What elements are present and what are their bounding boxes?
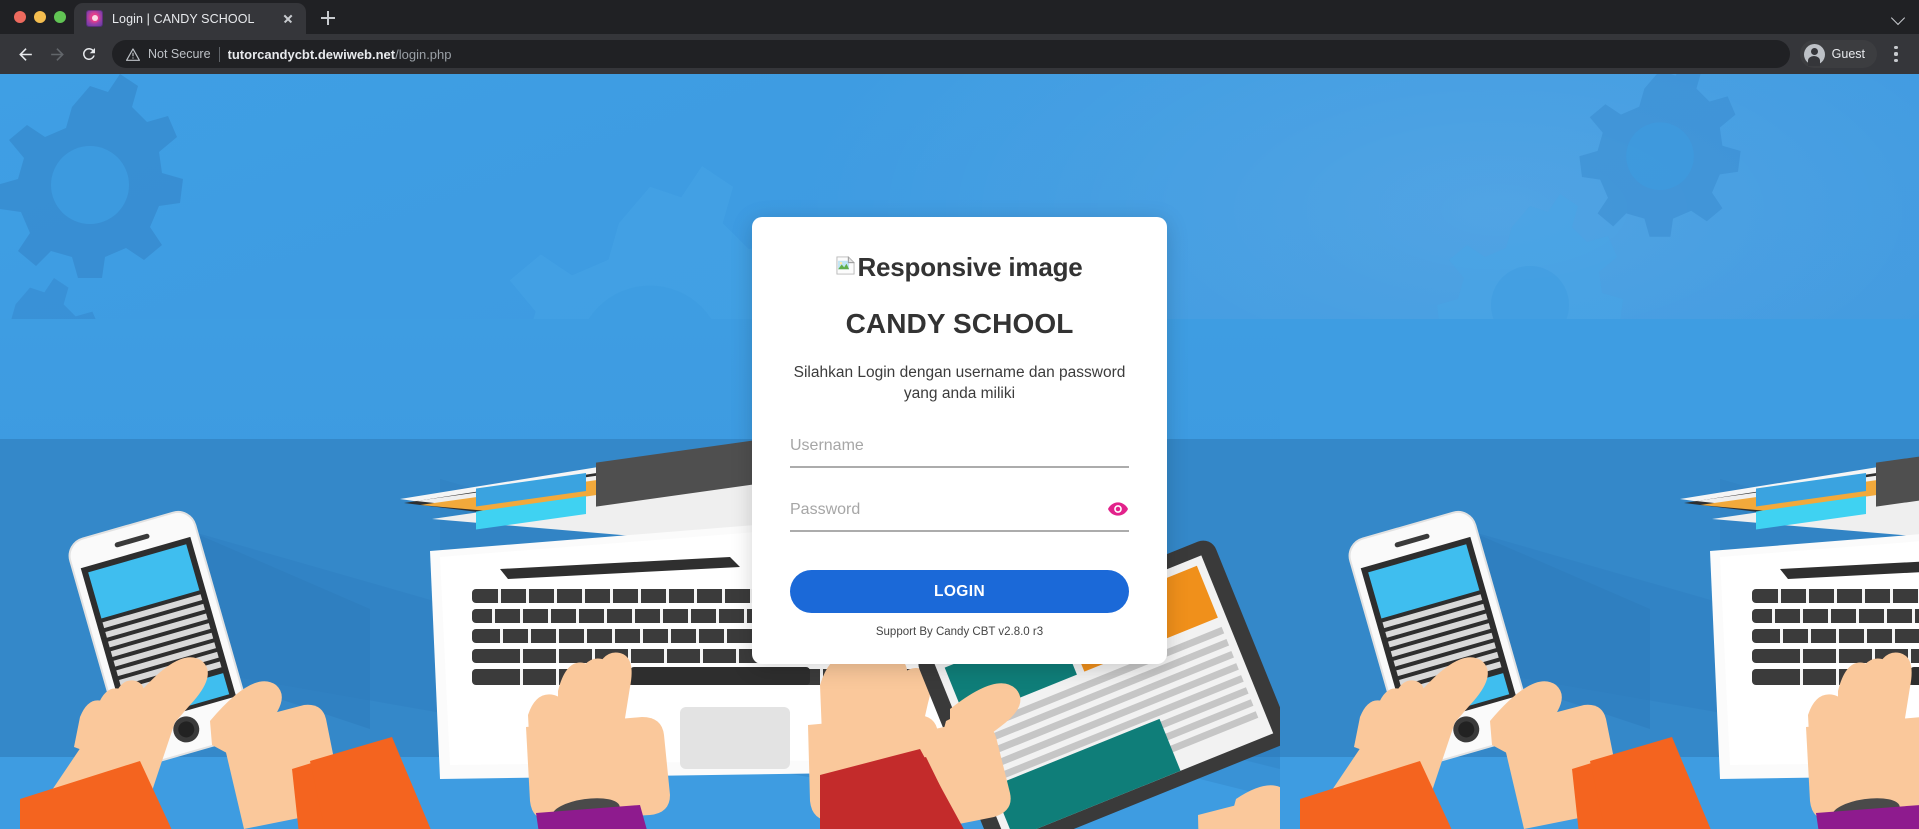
back-button[interactable]	[10, 39, 40, 69]
username-field-wrapper	[790, 434, 1129, 469]
login-card: Responsive image CANDY SCHOOL Silahkan L…	[752, 217, 1167, 665]
address-bar[interactable]: Not Secure tutorcandycbt.dewiweb.net/log…	[112, 40, 1790, 68]
chrome-menu-button[interactable]	[1883, 39, 1909, 69]
illustration-tile	[1280, 319, 1919, 829]
warning-triangle-icon	[126, 47, 140, 61]
login-button[interactable]: LOGIN	[790, 570, 1129, 614]
minimize-window-button[interactable]	[34, 11, 46, 23]
browser-toolbar: Not Secure tutorcandycbt.dewiweb.net/log…	[0, 34, 1919, 74]
broken-image-icon	[836, 256, 856, 275]
tab-strip: Login | CANDY SCHOOL	[0, 0, 1919, 34]
window-controls	[10, 0, 74, 34]
candy-lollipop-favicon	[86, 10, 103, 27]
password-input[interactable]	[790, 498, 1129, 523]
username-input[interactable]	[790, 434, 1129, 459]
browser-window: Login | CANDY SCHOOL Not Secure tutorcan…	[0, 0, 1919, 829]
logo-alt-text: Responsive image	[857, 252, 1083, 282]
kebab-dot	[1894, 58, 1898, 62]
support-text: Support By Candy CBT v2.8.0 r3	[875, 626, 1044, 639]
tab-strip-right	[1887, 0, 1909, 34]
url-path: /login.php	[395, 46, 452, 62]
page-title: CANDY SCHOOL	[845, 308, 1074, 339]
login-instructions: Silahkan Login dengan username dan passw…	[793, 363, 1126, 402]
guest-avatar	[1803, 43, 1825, 67]
url-text: tutorcandycbt.dewiweb.net/login.php	[228, 47, 452, 62]
security-status-text: Not Secure	[148, 47, 211, 61]
close-icon[interactable]	[279, 10, 296, 27]
tab-title: Login | CANDY SCHOOL	[112, 11, 255, 26]
logo-row: Responsive image	[790, 245, 1129, 289]
profile-label: Guest	[1831, 47, 1865, 61]
profile-button[interactable]: Guest	[1799, 40, 1877, 68]
close-window-button[interactable]	[14, 11, 26, 23]
url-host: tutorcandycbt.dewiweb.net	[227, 46, 396, 62]
maximize-window-button[interactable]	[54, 11, 66, 23]
chevron-down-icon[interactable]	[1887, 6, 1909, 28]
reload-button[interactable]	[74, 39, 104, 69]
browser-tab[interactable]: Login | CANDY SCHOOL	[74, 3, 306, 34]
forward-button[interactable]	[42, 39, 72, 69]
password-field-wrapper	[790, 498, 1129, 533]
omnibox-divider	[218, 46, 220, 62]
new-tab-button[interactable]	[314, 4, 342, 32]
eye-icon[interactable]	[1107, 498, 1129, 520]
kebab-dot	[1894, 52, 1898, 56]
page-viewport: Responsive image CANDY SCHOOL Silahkan L…	[0, 74, 1919, 829]
kebab-dot	[1894, 46, 1898, 50]
